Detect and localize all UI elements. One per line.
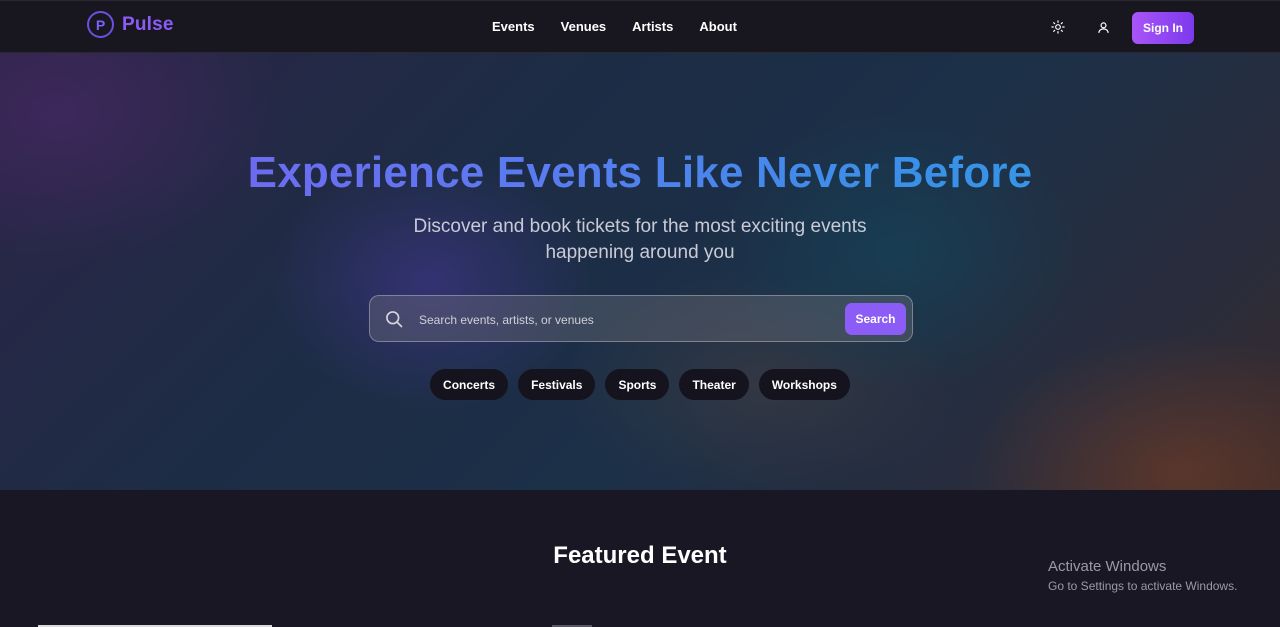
nav-link-venues[interactable]: Venues (561, 19, 607, 34)
top-navbar: P Pulse Events Venues Artists About Sign… (0, 0, 1280, 53)
activation-watermark: Activate Windows Go to Settings to activ… (1048, 558, 1237, 593)
sign-in-button[interactable]: Sign In (1132, 12, 1194, 44)
logo-mark-icon: P (87, 11, 114, 38)
brand-name: Pulse (122, 13, 174, 35)
search-input[interactable] (417, 308, 841, 332)
user-icon (1097, 21, 1109, 33)
page: P Pulse Events Venues Artists About Sign… (0, 0, 1280, 627)
hero-subtitle: Discover and book tickets for the most e… (413, 216, 867, 263)
category-chip-workshops[interactable]: Workshops (758, 369, 850, 400)
brand-logo[interactable]: P Pulse (87, 11, 174, 38)
theme-toggle-button[interactable] (1049, 18, 1067, 36)
category-chip-sports[interactable]: Sports (605, 369, 670, 400)
search-icon (386, 311, 403, 328)
main-nav: Events Venues Artists About (492, 19, 737, 34)
category-chip-theater[interactable]: Theater (679, 369, 749, 400)
nav-link-events[interactable]: Events (492, 19, 535, 34)
nav-link-about[interactable]: About (699, 19, 737, 34)
category-chips: Concerts Festivals Sports Theater Worksh… (0, 369, 1280, 400)
category-chip-festivals[interactable]: Festivals (518, 369, 596, 400)
category-chip-concerts[interactable]: Concerts (430, 369, 509, 400)
watermark-title: Activate Windows (1048, 558, 1167, 575)
nav-link-artists[interactable]: Artists (632, 19, 673, 34)
search-button[interactable]: Search (845, 303, 906, 335)
watermark-subtitle: Go to Settings to activate Windows. (1048, 579, 1238, 593)
sun-icon (1051, 20, 1065, 34)
user-account-button[interactable] (1094, 18, 1112, 36)
hero-title: Experience Events Like Never Before (0, 148, 1280, 198)
search-bar: Search (369, 295, 913, 342)
hero-section: Experience Events Like Never Before Disc… (0, 53, 1280, 490)
